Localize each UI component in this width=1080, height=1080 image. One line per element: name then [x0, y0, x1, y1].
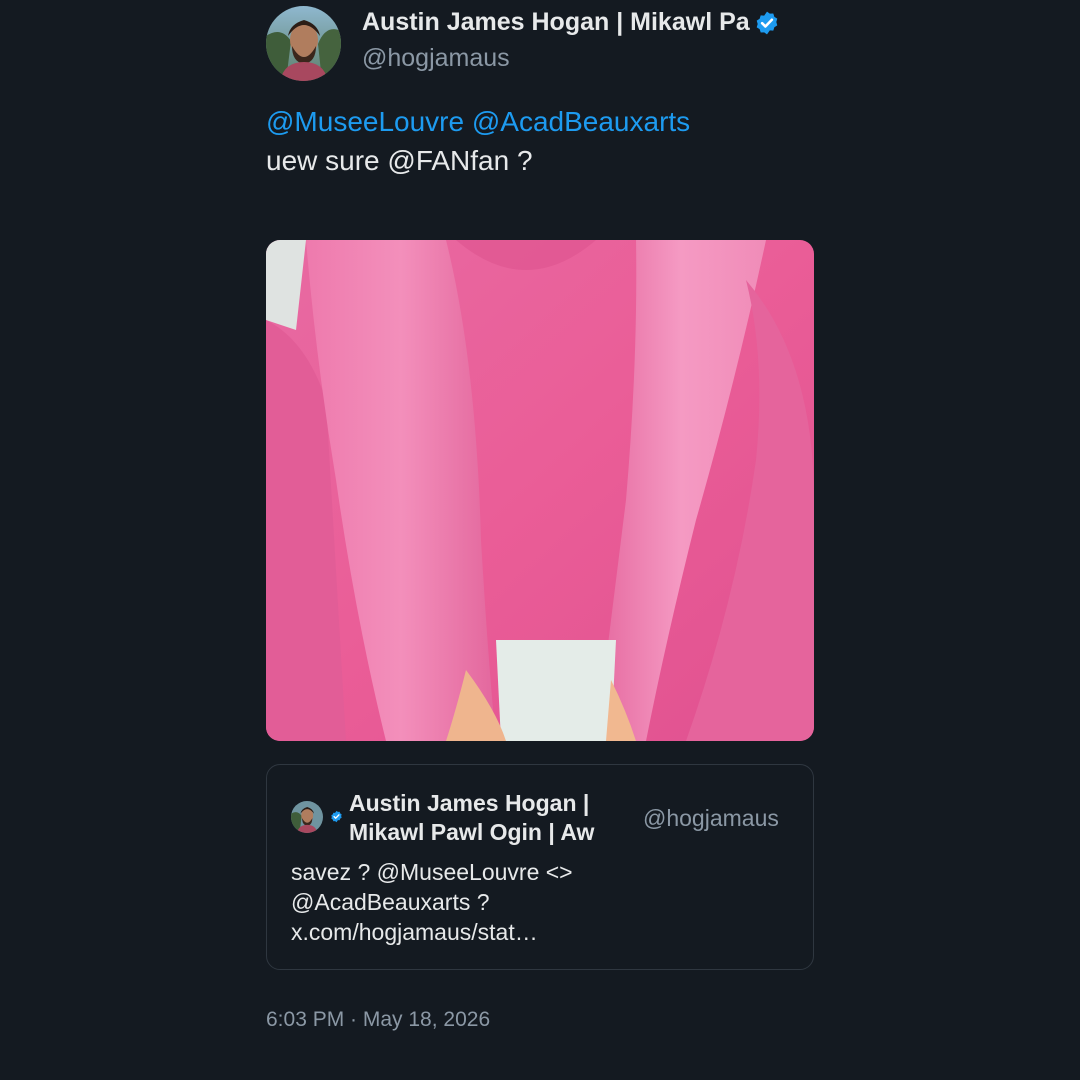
verified-badge-icon: [756, 11, 777, 34]
tweet-media-image[interactable]: [266, 240, 814, 741]
quote-author-name-line: Austin James Hogan |: [349, 790, 590, 816]
quote-text-line: @AcadBeauxarts ?: [291, 889, 490, 915]
media-photo: [266, 240, 814, 741]
mention-link[interactable]: @AcadBeauxarts: [472, 106, 690, 137]
avatar-image: [266, 6, 341, 81]
author-handle[interactable]: @hogjamaus: [362, 44, 510, 73]
mention-link[interactable]: @MuseeLouvre: [266, 106, 464, 137]
author-display-name[interactable]: Austin James Hogan | Mikawl Pa: [362, 8, 814, 37]
quoted-tweet-card[interactable]: Austin James Hogan | Mikawl Pawl Ogin | …: [266, 764, 814, 970]
quote-avatar-image: [291, 801, 323, 833]
quote-text: savez ? @MuseeLouvre <> @AcadBeauxarts ?…: [291, 857, 631, 947]
quote-author-name-line: Mikawl Pawl Ogin | Aw: [349, 819, 595, 845]
avatar[interactable]: [266, 6, 341, 81]
tweet-timestamp[interactable]: 6:03 PM · May 18, 2026: [266, 1008, 490, 1032]
tweet: Austin James Hogan | Mikawl Pa @hogjamau…: [266, 0, 814, 1080]
quote-author-name: Austin James Hogan | Mikawl Pawl Ogin | …: [349, 789, 631, 847]
quote-avatar: [291, 801, 323, 833]
tweet-text-line: uew sure @FANfan ?: [266, 145, 533, 176]
quote-text-line: savez ? @MuseeLouvre <>: [291, 859, 573, 885]
quote-link[interactable]: x.com/hogjamaus/stat…: [291, 917, 631, 947]
verified-badge-icon: [331, 810, 342, 823]
tweet-text: @MuseeLouvre @AcadBeauxarts uew sure @FA…: [266, 102, 814, 180]
author-name-text: Austin James Hogan | Mikawl Pa: [362, 8, 750, 36]
quote-author-handle: @hogjamaus: [643, 805, 779, 831]
